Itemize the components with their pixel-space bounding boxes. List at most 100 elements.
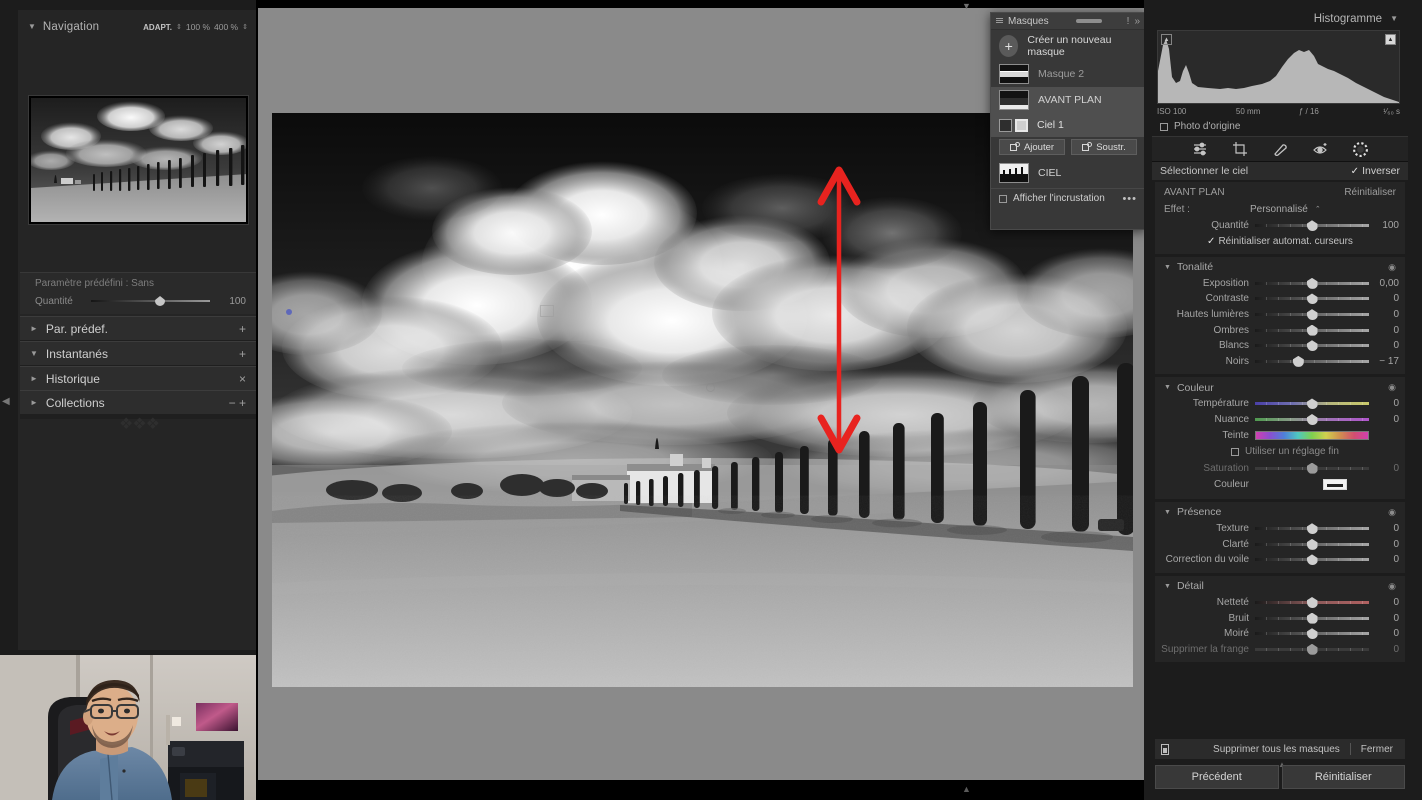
slider-knob[interactable] [1306,340,1318,352]
navigator-zoom-100[interactable]: 100 % [186,22,210,32]
slider-track[interactable] [1255,324,1369,336]
close-button[interactable]: Fermer [1361,744,1393,755]
history-clear-icon[interactable]: × [239,372,246,386]
sidebar-item-history[interactable]: ► Historique × [20,366,256,390]
effect-row[interactable]: Effet : Personnalisé ⌃ [1155,200,1405,218]
zoom-stepper-icon[interactable]: ⇕ [242,24,248,31]
original-photo-checkbox[interactable] [1160,122,1168,131]
slider-row-saturation[interactable]: Saturation 0 [1155,460,1405,476]
slider-row-temperature[interactable]: Température 0 [1155,396,1405,412]
slider-track[interactable] [1255,277,1369,289]
original-photo-row[interactable]: Photo d'origine [1152,118,1408,136]
chevron-down-icon[interactable]: ▼ [1164,583,1171,590]
more-options-icon[interactable]: ••• [1122,193,1137,205]
chevron-down-icon[interactable]: ▼ [1164,264,1171,271]
hue-gradient-bar[interactable] [1255,430,1369,440]
select-sky-row[interactable]: Sélectionner le ciel ✓ Inverser [1152,162,1408,180]
mask-subitem-ciel-1[interactable]: Ciel 1 [991,113,1145,137]
sidebar-item-collections[interactable]: ► Collections − + [20,390,256,414]
navigator-zoom-400[interactable]: 400 % [214,22,238,32]
slider-track[interactable] [1255,597,1369,609]
mask-item-avant-plan[interactable]: AVANT PLAN [991,87,1145,113]
masks-panel[interactable]: Masques ! » + Créer un nouveau masque Ma… [990,12,1146,230]
slider-track[interactable] [1255,414,1369,426]
slider-knob[interactable] [1306,309,1318,321]
slider-row-supprimer-la-frange[interactable]: Supprimer la frange 0 [1155,642,1405,658]
chevron-down-icon[interactable]: ⌃ [1315,205,1321,213]
filmstrip-toggle-arrow[interactable]: ▲ [962,784,971,794]
slider-track[interactable] [1255,628,1369,640]
overlay-checkbox[interactable] [999,194,1007,203]
section-header-couleur[interactable]: ▼ Couleur ◉ [1155,379,1405,396]
sidebar-item-snapshots[interactable]: ▼ Instantanés + [20,341,256,365]
eye-icon[interactable]: ◉ [1388,382,1396,393]
effect-value[interactable]: Personnalisé [1250,204,1308,215]
auto-reset-checkmark-icon[interactable]: ✓ [1207,236,1215,247]
eye-icon[interactable]: ◉ [1388,507,1396,518]
slider-track[interactable] [1255,462,1369,474]
histogram[interactable]: ▲ ▲ [1157,30,1400,104]
slider-track[interactable] [1255,355,1369,367]
collapse-icon[interactable]: » [1134,16,1140,27]
invert-label[interactable]: Inverser [1362,165,1400,177]
slider-track[interactable] [1255,398,1369,410]
slider-row-hautes-lumieres[interactable]: Hautes lumières 0 [1155,307,1405,323]
slider-knob[interactable] [1306,277,1318,289]
slider-track[interactable] [1255,293,1369,305]
slider-row-moire[interactable]: Moiré 0 [1155,626,1405,642]
collections-actions[interactable]: − + [229,396,246,410]
color-picker-row[interactable]: Couleur [1155,476,1405,494]
slider-knob[interactable] [1306,398,1318,410]
add-button[interactable]: Ajouter [999,139,1065,155]
eye-icon[interactable]: ◉ [1388,581,1396,592]
navigator-header[interactable]: ▼ Navigation ADAPT. ⇕ 100 % 400 % ⇕ [18,16,256,38]
slider-knob[interactable] [1306,597,1318,609]
teinte-row[interactable]: Teinte [1155,427,1405,443]
fine-adjust-checkbox[interactable] [1231,447,1239,456]
preset-amount-slider[interactable] [91,295,210,307]
slider-knob[interactable] [1292,355,1304,367]
slider-track[interactable] [1255,643,1369,655]
sidebar-item-presets[interactable]: ► Par. prédef. + [20,316,256,340]
delete-all-masks-button[interactable]: Supprimer tous les masques [1213,744,1340,755]
auto-reset-row[interactable]: ✓ Réinitialiser automat. curseurs [1155,234,1405,250]
top-panel-toggle-arrow[interactable]: ▼ [962,1,971,11]
mask-amount-row[interactable]: Quantité 100 [1155,218,1405,234]
slider-row-exposition[interactable]: Exposition 0,00 [1155,276,1405,292]
chevron-down-icon[interactable]: ▼ [1390,15,1398,23]
sliders-icon[interactable] [1191,140,1209,158]
presets-add-icon[interactable]: + [239,322,246,336]
highlight-clipping-indicator[interactable]: ▲ [1385,34,1396,45]
slider-knob[interactable] [1306,628,1318,640]
slider-track[interactable] [1255,538,1369,550]
sky-mask-icon[interactable] [1015,118,1028,132]
navigator-fit-label[interactable]: ADAPT. [143,23,172,32]
mask-mode-icon[interactable] [999,118,1012,132]
mask-item-masque-2[interactable]: Masque 2 [991,61,1145,87]
reset-button[interactable]: Réinitialiser [1281,765,1405,789]
slider-knob[interactable] [1306,523,1318,535]
previous-button[interactable]: Précédent [1155,765,1279,789]
eye-icon[interactable]: ◉ [1388,262,1396,273]
chevron-down-icon[interactable]: ▼ [1164,384,1171,391]
toggle-switch-icon[interactable] [1161,743,1169,755]
slider-knob[interactable] [1306,612,1318,624]
plus-icon[interactable]: + [999,34,1019,57]
fine-adjust-row[interactable]: Utiliser un réglage fin [1155,443,1405,460]
slider-knob[interactable] [1306,462,1318,474]
chevron-down-icon[interactable]: ▼ [1164,509,1171,516]
photo-spot-marker[interactable] [706,383,715,392]
slider-row-clarte[interactable]: Clarté 0 [1155,537,1405,553]
subtract-button[interactable]: Soustr. [1071,139,1137,155]
mask-icon[interactable] [1351,140,1369,158]
slider-knob[interactable] [1306,538,1318,550]
slider-row-noirs[interactable]: Noirs − 17 [1155,354,1405,370]
mask-item-ciel[interactable]: CIEL [991,160,1145,186]
slider-track[interactable] [1255,554,1369,566]
slider-knob[interactable] [1306,554,1318,566]
slider-knob[interactable] [1306,293,1318,305]
color-swatch[interactable] [1323,479,1347,491]
histogram-header[interactable]: Histogramme ▼ [1152,8,1408,30]
slider-track[interactable] [1255,309,1369,321]
redeye-icon[interactable] [1311,140,1329,158]
